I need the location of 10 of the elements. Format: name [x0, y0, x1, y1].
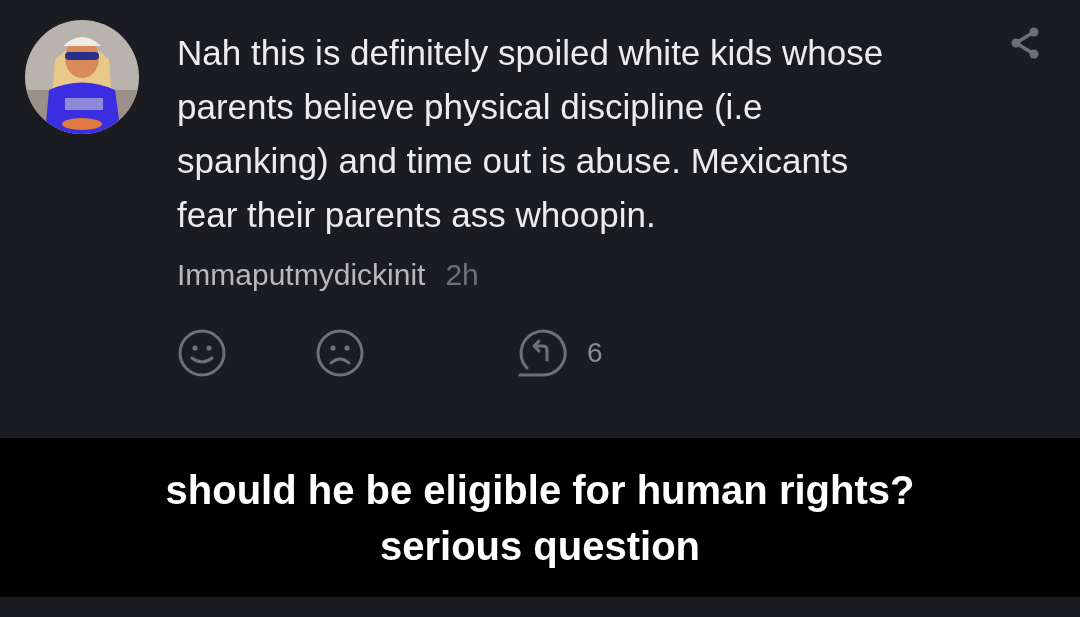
- comment-text: Nah this is definitely spoiled white kids whose parents believe physical discipline (i.e spanking) and time out is abuse. Mexicants fear their parents ass whoopin.: [177, 32, 885, 236]
- frown-icon[interactable]: [315, 328, 365, 378]
- reply-count: 6: [587, 337, 603, 369]
- share-icon[interactable]: [1010, 26, 1040, 60]
- username[interactable]: Immaputmydickinit: [177, 258, 426, 292]
- caption-line: should he be eligible for human rights?: [165, 466, 915, 514]
- smile-icon[interactable]: [177, 328, 227, 378]
- reply-icon[interactable]: [517, 328, 567, 378]
- caption-line: serious question: [379, 522, 701, 570]
- timestamp: 2h: [445, 258, 479, 292]
